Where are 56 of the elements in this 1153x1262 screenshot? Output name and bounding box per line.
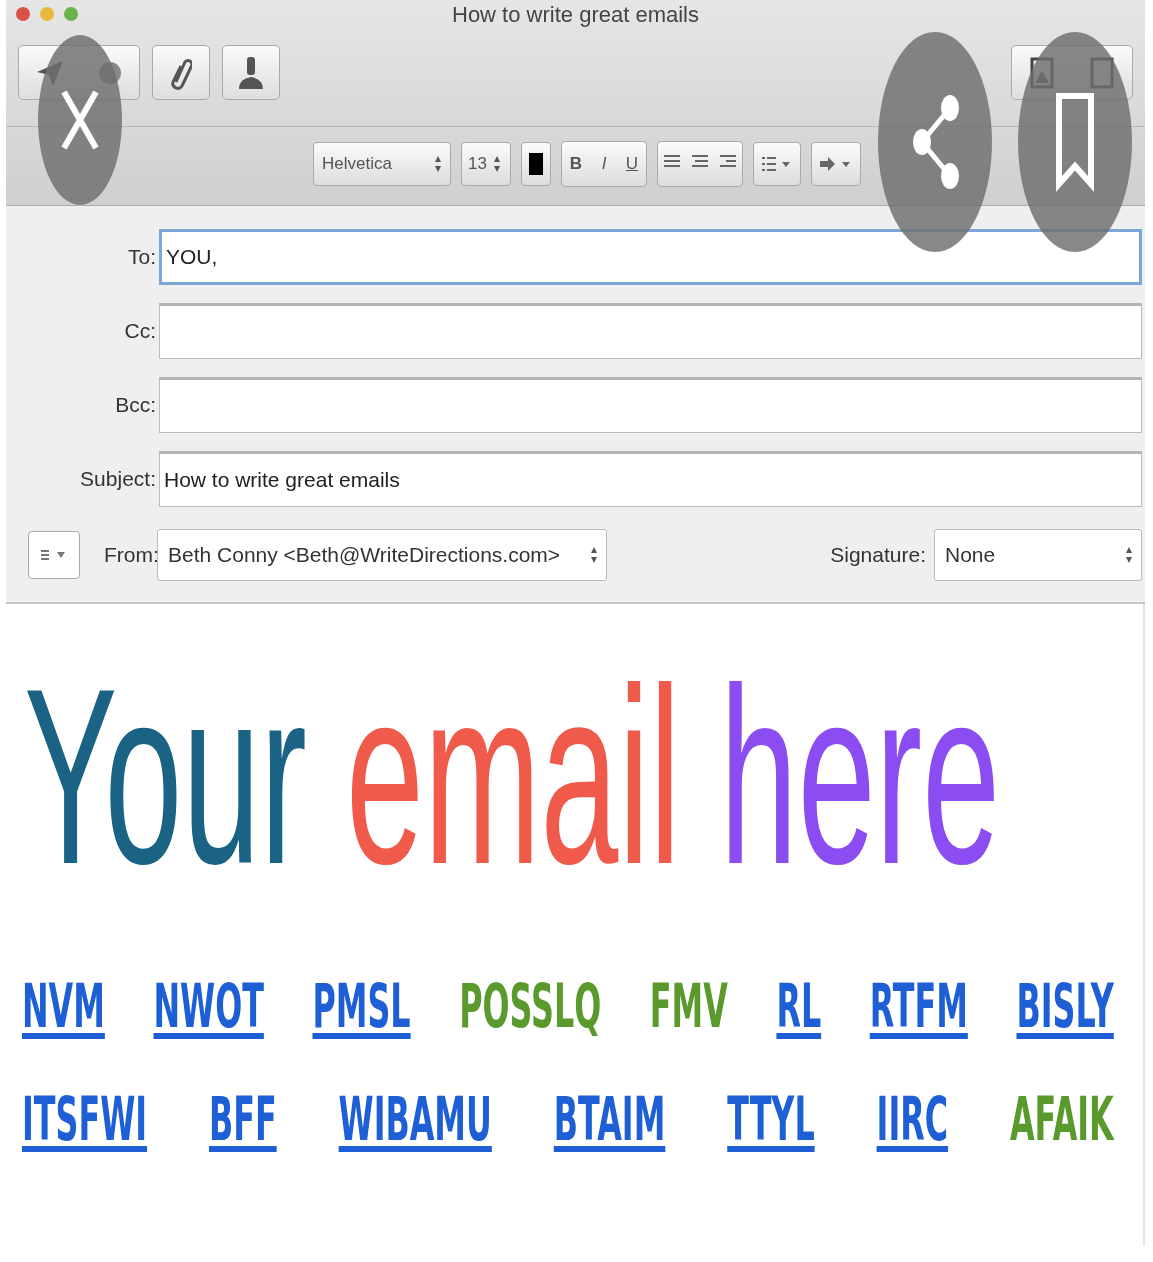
window-title: How to write great emails (452, 2, 699, 27)
attach-button[interactable] (152, 45, 210, 100)
align-icon (692, 153, 708, 170)
field-label: Subject: (80, 467, 156, 490)
field-label: Cc: (124, 319, 156, 342)
headline-word: Your (24, 652, 307, 902)
signature-select[interactable]: None (934, 529, 1142, 581)
updown-arrow-icon (434, 155, 442, 173)
updown-arrow-icon (492, 155, 501, 173)
field-label: Signature: (830, 543, 926, 567)
headline-word: email (346, 652, 681, 902)
color-button[interactable] (521, 142, 551, 186)
field-label: Bcc: (115, 393, 156, 416)
abbreviation-text: POSSLQ (459, 971, 602, 1041)
abbreviation-link[interactable]: BFF (209, 1084, 277, 1154)
abbreviation-link[interactable]: NVM (22, 971, 105, 1041)
font-select[interactable]: Helvetica (313, 142, 451, 186)
text-style-button[interactable]: B (562, 142, 590, 186)
text-style-button[interactable]: U (618, 142, 646, 186)
close-icon (60, 88, 100, 152)
input-field[interactable] (159, 377, 1142, 433)
updown-arrow-icon (1125, 546, 1133, 564)
abbreviation-link[interactable]: RTFM (869, 971, 968, 1041)
input-field[interactable]: YOU, (159, 229, 1142, 285)
person-icon (237, 54, 265, 91)
indent-button[interactable] (811, 142, 861, 186)
list-icon (762, 156, 792, 172)
share-icon (910, 94, 960, 190)
align-icon (664, 153, 680, 170)
address-button[interactable] (222, 45, 280, 100)
bookmark-icon (1055, 92, 1095, 192)
indent-arrow-icon (820, 156, 852, 172)
headline-word: here (719, 652, 1001, 902)
input-field[interactable] (159, 303, 1142, 359)
align-icon (720, 153, 736, 170)
abbreviation-link[interactable]: TTYL (727, 1084, 815, 1154)
list-button[interactable] (753, 142, 801, 186)
abbreviation-link[interactable]: NWOT (153, 971, 264, 1041)
from-select[interactable]: Beth Conny <Beth@WriteDirections.com> (157, 529, 607, 581)
abbreviation-link[interactable]: RL (776, 971, 822, 1041)
text-style-button[interactable]: I (590, 142, 618, 186)
updown-arrow-icon (590, 546, 598, 564)
abbreviation-link[interactable]: ITSFWI (22, 1084, 148, 1154)
abbreviation-link[interactable]: WIBAMU (338, 1084, 492, 1154)
abbreviation-text: AFAIK (1010, 1084, 1114, 1154)
abbreviation-link[interactable]: IIRC (876, 1084, 949, 1154)
abbreviation-link[interactable]: PMSL (312, 971, 411, 1041)
field-label: From: (104, 543, 157, 567)
close-button[interactable] (16, 7, 30, 21)
field-label: To: (128, 245, 156, 268)
abbreviation-text: FMV (649, 971, 728, 1041)
input-field[interactable]: How to write great emails (159, 451, 1142, 507)
abbreviation-link[interactable]: BTAIM (553, 1084, 666, 1154)
header-options-button[interactable] (28, 531, 80, 579)
font-size-select[interactable]: 13 (461, 142, 511, 186)
abbreviation-link[interactable]: BISLY (1016, 971, 1114, 1041)
